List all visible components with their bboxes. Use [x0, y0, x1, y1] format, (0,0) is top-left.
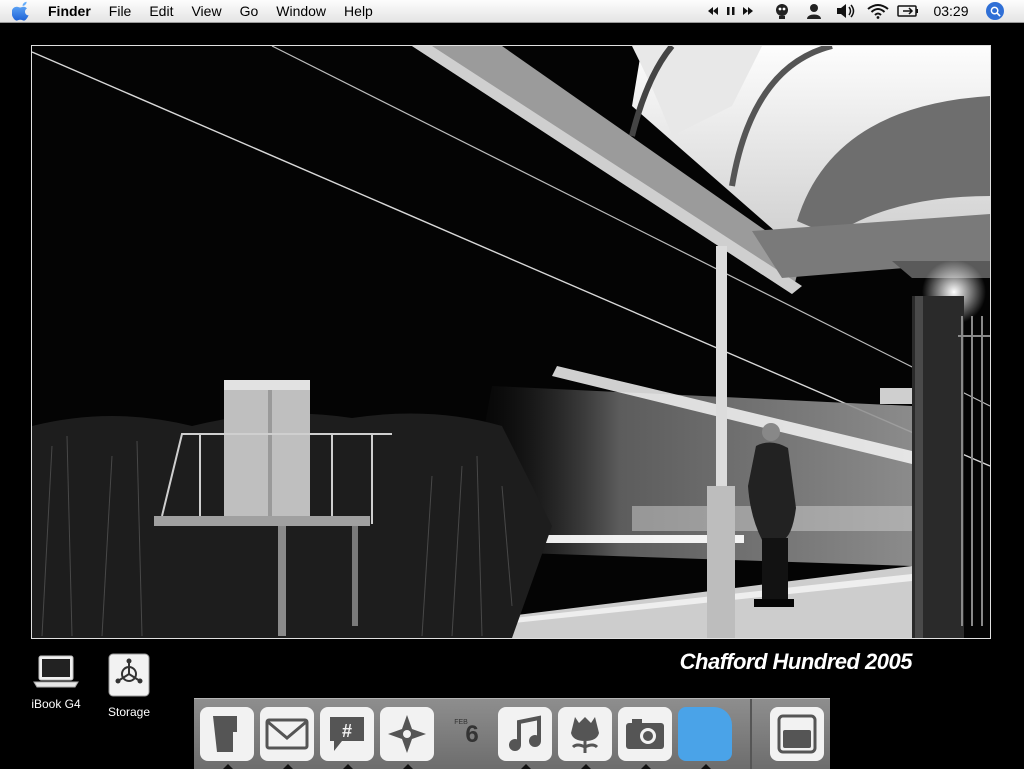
dock-item-itunes[interactable]: [498, 707, 552, 769]
calendar-day: 6: [465, 721, 479, 748]
menu-extras: 03:29: [700, 0, 1024, 23]
dock-item-ichat[interactable]: #: [320, 707, 374, 769]
desktop-icon-label: Storage: [107, 705, 151, 719]
menu-app-finder[interactable]: Finder: [44, 0, 100, 22]
dock-item-safari[interactable]: [380, 707, 434, 769]
running-indicator-icon: [343, 764, 353, 769]
menu-help[interactable]: Help: [335, 0, 382, 22]
blue-folder-icon: [678, 707, 732, 761]
running-indicator-icon: [641, 764, 651, 769]
iphoto-icon: [626, 719, 664, 749]
menu-edit[interactable]: Edit: [140, 0, 182, 22]
spotlight-button[interactable]: [984, 0, 1006, 22]
trash-icon: [777, 714, 817, 754]
desktop-icon-label: iBook G4: [31, 697, 81, 711]
running-indicator-icon: [403, 764, 413, 769]
dock-item-flowers[interactable]: [558, 707, 612, 769]
menu-file[interactable]: File: [100, 0, 141, 22]
wallpaper-caption: Chafford Hundred 2005: [679, 649, 913, 674]
laptop-icon: [33, 655, 79, 688]
battery-icon[interactable]: [896, 0, 920, 22]
desktop-icon-ibook[interactable]: iBook G4: [16, 654, 96, 711]
dock-item-finder[interactable]: [200, 707, 254, 769]
user-icon[interactable]: [802, 0, 826, 22]
finder-icon: [213, 716, 237, 752]
dock-item-trash[interactable]: [770, 707, 824, 761]
menu-window[interactable]: Window: [267, 0, 335, 22]
spotlight-icon: [986, 2, 1004, 20]
mail-icon: [265, 718, 309, 750]
firewire-drive-icon: [108, 653, 150, 697]
menu-bar: Finder File Edit View Go Window Help: [0, 0, 700, 23]
itunes-controls[interactable]: [706, 0, 756, 22]
dock-item-blue-folder[interactable]: [678, 707, 732, 769]
volume-icon[interactable]: [834, 0, 858, 22]
chat-status-icon[interactable]: [770, 0, 794, 22]
safari-icon: [388, 715, 426, 753]
menu-view[interactable]: View: [182, 0, 230, 22]
running-indicator-icon: [283, 764, 293, 769]
running-indicator-icon: [223, 764, 233, 769]
dock: # FEB 6: [194, 698, 830, 769]
svg-text:#: #: [342, 721, 352, 741]
menu-clock[interactable]: 03:29: [926, 0, 976, 22]
media-controls-icon[interactable]: [707, 5, 755, 17]
dock-separator: [750, 699, 752, 769]
apple-logo-icon[interactable]: [12, 1, 32, 21]
ichat-icon: #: [330, 717, 364, 751]
flowers-icon: [571, 717, 599, 753]
trash-tile: [770, 707, 824, 761]
desktop-wallpaper-photo: [31, 45, 991, 639]
running-indicator-icon: [701, 764, 711, 769]
menu-go[interactable]: Go: [231, 0, 268, 22]
train-station-photo: [32, 46, 990, 638]
desktop-icon-storage[interactable]: Storage: [89, 652, 169, 719]
dock-item-ical[interactable]: FEB 6: [440, 707, 494, 761]
wifi-icon[interactable]: [866, 0, 890, 22]
running-indicator-icon: [581, 764, 591, 769]
dock-item-iphoto[interactable]: [618, 707, 672, 769]
dock-item-mail[interactable]: [260, 707, 314, 769]
running-indicator-icon: [521, 764, 531, 769]
itunes-icon: [509, 715, 541, 751]
ical-icon: FEB 6: [440, 707, 494, 761]
